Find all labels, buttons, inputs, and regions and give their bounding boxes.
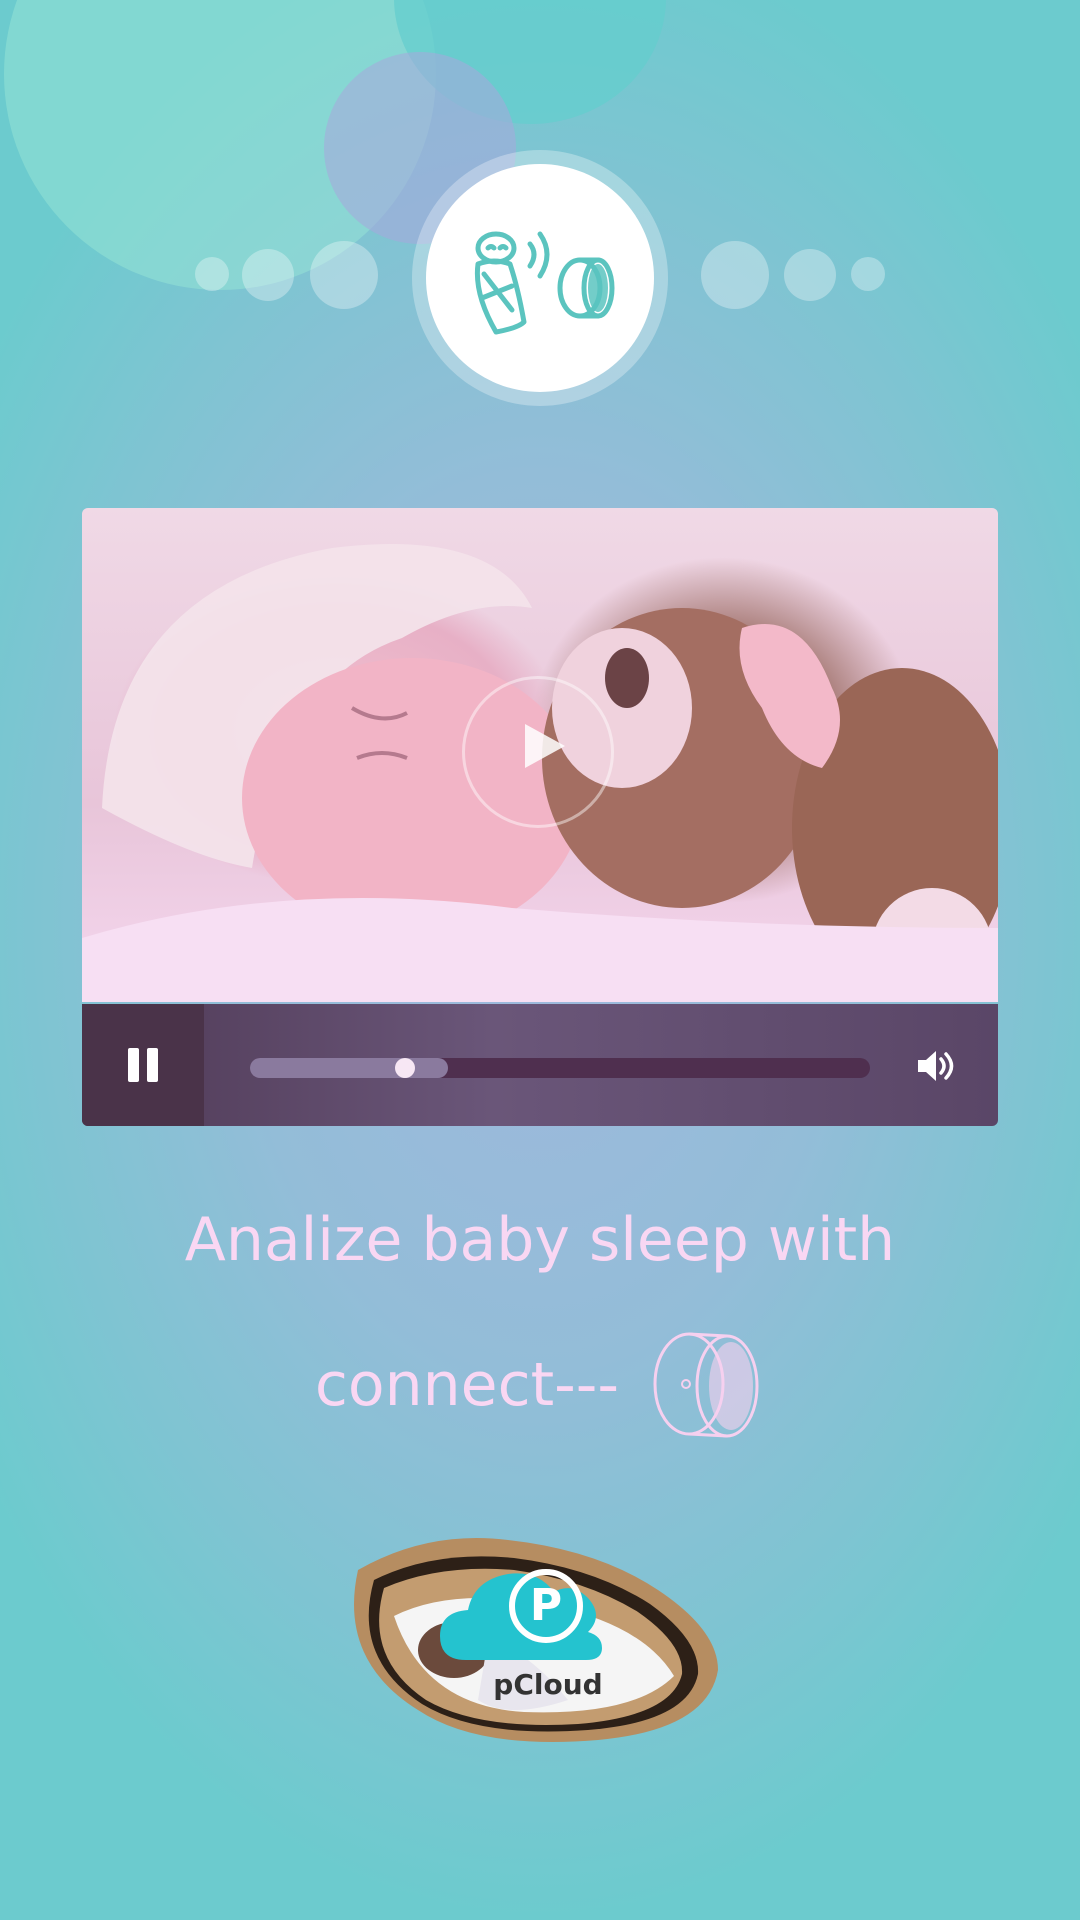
- page-dot: [310, 241, 378, 309]
- pcloud-illustration: [354, 1538, 718, 1742]
- pcloud-letter: P: [529, 1580, 563, 1631]
- page-dot: [851, 257, 885, 291]
- seek-bar-fill: [250, 1058, 449, 1078]
- page-dot: [242, 249, 294, 301]
- headline-line2: connect---: [314, 1350, 620, 1420]
- headline-line1: Analize baby sleep with: [184, 1205, 896, 1275]
- seek-thumb[interactable]: [394, 1058, 415, 1078]
- sensor-band-icon: [653, 1332, 759, 1438]
- pcloud-label: pCloud: [493, 1668, 603, 1701]
- headline-line2-row: connect---: [0, 1330, 1080, 1440]
- page-dot: [784, 249, 836, 301]
- baby-sensor-icon: [474, 231, 615, 335]
- hero-logo: [412, 150, 668, 406]
- seek-bar[interactable]: [250, 1058, 870, 1078]
- page-dot: [701, 241, 769, 309]
- pcloud-badge[interactable]: P pCloud: [338, 1530, 734, 1748]
- video-frame: [82, 508, 998, 1002]
- volume-icon[interactable]: [914, 1046, 958, 1086]
- video-controls: [82, 1004, 998, 1126]
- pause-button[interactable]: [82, 1004, 204, 1126]
- video-player[interactable]: [82, 508, 998, 1126]
- play-button[interactable]: [462, 676, 614, 828]
- pause-icon: [128, 1048, 158, 1082]
- page-dot: [195, 257, 229, 291]
- play-icon: [525, 724, 565, 768]
